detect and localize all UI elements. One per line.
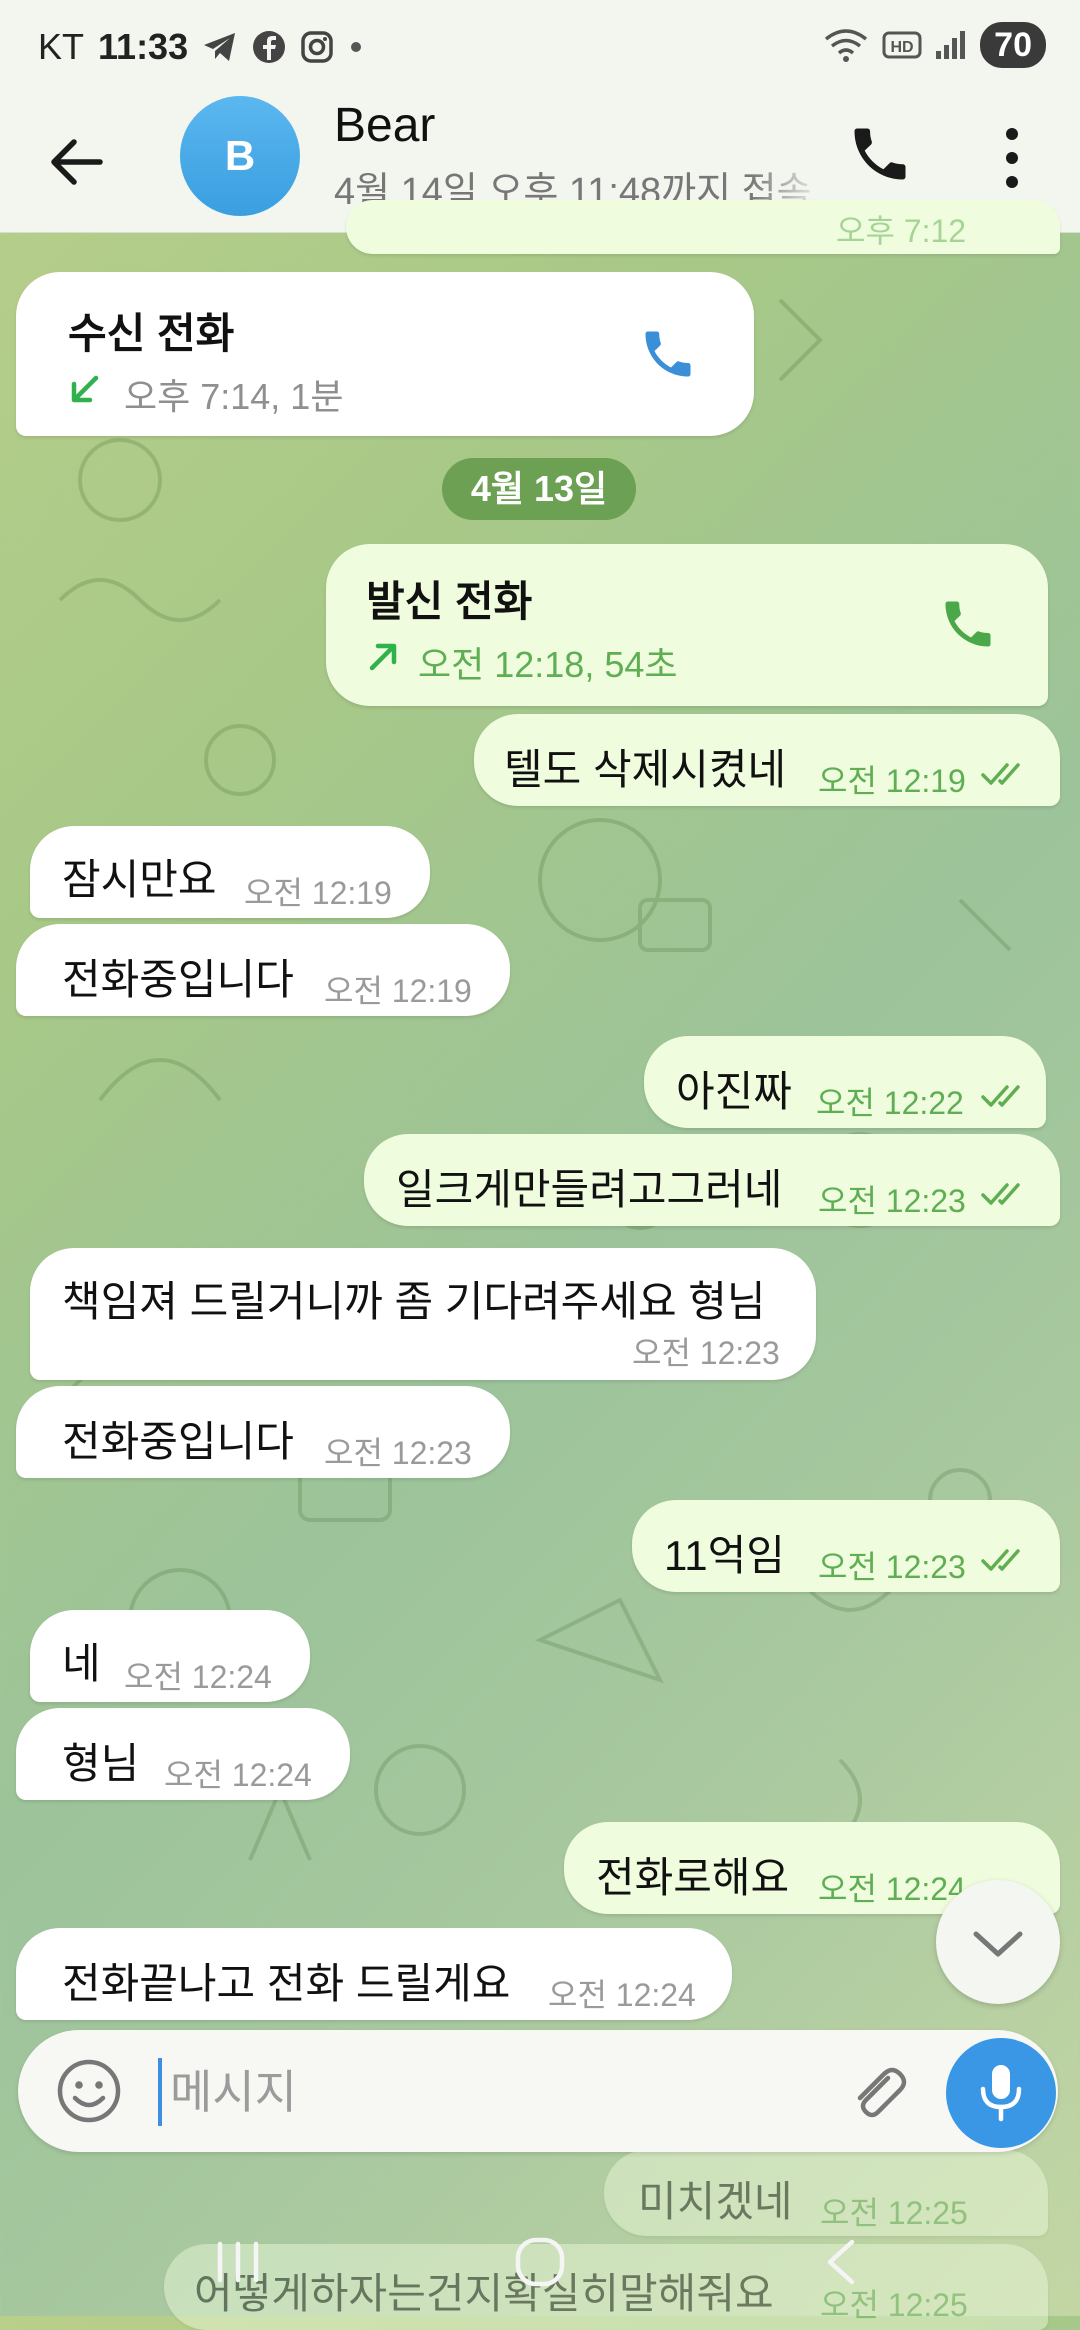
back-arrow-icon[interactable]	[44, 130, 108, 194]
message-bubble-incoming[interactable]: 전화중입니다 오전 12:23	[16, 1386, 510, 1478]
wifi-icon	[825, 29, 868, 62]
message-bubble-outgoing[interactable]: 오후 7:12	[346, 200, 1060, 254]
message-time: 오전 12:22	[816, 1085, 964, 1121]
scroll-down-button[interactable]	[936, 1880, 1060, 2004]
message-time: 오전 12:24	[818, 1871, 966, 1907]
double-check-icon	[981, 1183, 1020, 1205]
message-time: 오전 12:24	[164, 1757, 312, 1793]
message-text: 11억임	[664, 1532, 785, 1579]
home-icon[interactable]	[514, 2236, 566, 2288]
message-text: 전화끝나고 전화 드릴게요	[62, 1960, 511, 2007]
message-time: 오전 12:23	[818, 1183, 966, 1219]
signal-icon	[936, 31, 966, 59]
message-text: 책임져 드릴거니까 좀 기다려주세요 형님	[62, 1278, 766, 1325]
date-separator: 4월 13일	[442, 458, 636, 520]
message-bubble-incoming[interactable]: 네 오전 12:24	[30, 1610, 310, 1702]
message-time: 오전 12:24	[548, 1977, 696, 2013]
message-time: 오전 12:19	[818, 763, 966, 799]
message-text: 전화중입니다	[62, 1418, 294, 1465]
message-time: 오전 12:23	[818, 1549, 966, 1585]
message-text: 잠시만요	[62, 856, 217, 903]
call-bubble-outgoing[interactable]: 발신 전화 오전 12:18, 54초	[326, 544, 1048, 706]
message-bubble-incoming[interactable]: 전화중입니다 오전 12:19	[16, 924, 510, 1016]
message-text: 형님	[62, 1740, 140, 1787]
message-text: 전화로해요	[596, 1854, 790, 1901]
recent-apps-icon[interactable]	[214, 2240, 262, 2284]
status-bar: KT 11:33 HD 70	[0, 0, 1080, 92]
message-text: 텔도 삭제시켰네	[504, 746, 787, 793]
microphone-icon	[980, 2065, 1022, 2122]
message-time: 오전 12:19	[244, 875, 392, 911]
hd-icon: HD	[882, 31, 922, 59]
call-title: 수신 전화	[68, 310, 235, 357]
system-navigation-bar	[0, 2226, 1080, 2316]
facebook-icon	[253, 31, 286, 63]
message-text: 전화중입니다	[62, 956, 294, 1003]
call-detail: 오전 12:18, 54초	[418, 644, 678, 685]
carrier-label: KT	[38, 26, 85, 67]
battery-indicator: 70	[980, 22, 1046, 68]
clock: 11:33	[98, 26, 189, 67]
message-bubble-incoming[interactable]: 형님 오전 12:24	[16, 1708, 350, 1800]
dot-icon	[351, 42, 362, 52]
message-bubble-outgoing[interactable]: 미치겠네 오전 12:25	[604, 2150, 1048, 2236]
message-bubble-outgoing[interactable]: 아진짜 오전 12:22	[644, 1036, 1046, 1128]
phone-icon[interactable]	[638, 324, 698, 384]
more-vertical-icon[interactable]	[990, 120, 1034, 196]
message-bubble-incoming[interactable]: 전화끝나고 전화 드릴게요 오전 12:24	[16, 1928, 732, 2020]
message-text: 미치겠네	[638, 2178, 793, 2225]
incoming-arrow-icon	[71, 375, 99, 403]
message-time: 오전 12:24	[124, 1659, 272, 1695]
emoji-icon[interactable]	[56, 2058, 122, 2124]
message-composer	[18, 2030, 1058, 2152]
message-time: 오전 12:23	[632, 1335, 780, 1371]
message-text: 아진짜	[676, 1068, 792, 1115]
message-bubble-incoming[interactable]: 잠시만요 오전 12:19	[30, 826, 430, 918]
message-time: 오후 7:12	[836, 213, 967, 249]
message-time: 오전 12:19	[324, 973, 472, 1009]
message-time: 오전 12:23	[324, 1435, 472, 1471]
call-detail: 오후 7:14, 1분	[124, 376, 344, 417]
telegram-icon	[204, 33, 236, 61]
avatar[interactable]: B	[180, 96, 300, 216]
microphone-button[interactable]	[946, 2038, 1056, 2148]
double-check-icon	[981, 763, 1020, 785]
double-check-icon	[981, 1549, 1020, 1571]
message-bubble-outgoing[interactable]: 11억임 오전 12:23	[632, 1500, 1060, 1592]
message-text: 네	[62, 1640, 101, 1687]
outgoing-arrow-icon	[369, 643, 397, 671]
contact-name[interactable]: Bear	[334, 98, 435, 153]
phone-call-icon[interactable]	[846, 120, 914, 188]
instagram-icon	[301, 31, 333, 63]
message-bubble-incoming[interactable]: 책임져 드릴거니까 좀 기다려주세요 형님 오전 12:23	[30, 1248, 816, 1380]
phone-icon[interactable]	[938, 594, 998, 654]
call-title: 발신 전화	[366, 578, 533, 625]
double-check-icon	[981, 1085, 1020, 1107]
paperclip-icon[interactable]	[842, 2056, 912, 2126]
chevron-down-icon	[973, 1931, 1023, 1957]
message-bubble-outgoing[interactable]: 텔도 삭제시켰네 오전 12:19	[474, 714, 1060, 806]
call-bubble-incoming[interactable]: 수신 전화 오후 7:14, 1분	[16, 272, 754, 436]
message-bubble-outgoing[interactable]: 일크게만들려고그러네 오전 12:23	[364, 1134, 1060, 1226]
svg-text:HD: HD	[891, 39, 914, 56]
message-input[interactable]	[158, 2058, 832, 2126]
back-nav-icon[interactable]	[820, 2236, 860, 2288]
message-text: 일크게만들려고그러네	[396, 1166, 783, 1213]
